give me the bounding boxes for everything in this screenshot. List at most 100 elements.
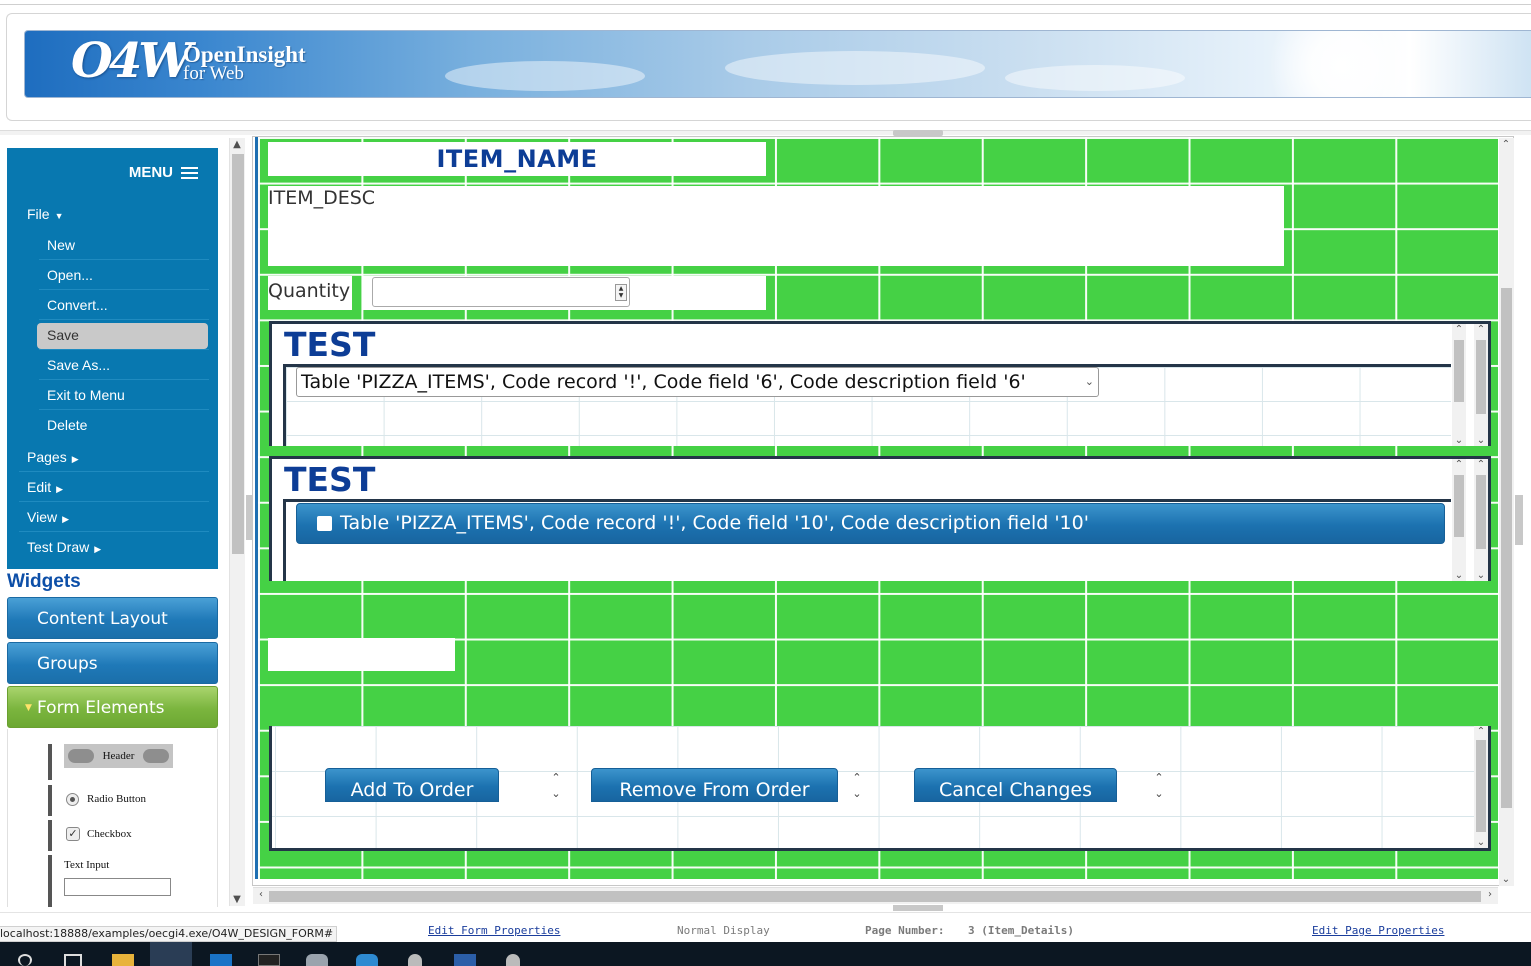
splitter-grip-right[interactable]	[1515, 495, 1523, 545]
scroll-thumb[interactable]	[1454, 475, 1464, 537]
widget-checkbox[interactable]: ✓ Checkbox	[48, 820, 174, 851]
scroll-thumb[interactable]	[232, 154, 244, 554]
menu-item-text: Save As...	[47, 357, 111, 373]
blank-cell[interactable]	[268, 638, 455, 671]
menu-item-convert[interactable]: Convert...	[7, 290, 218, 320]
menu-item-save-as[interactable]: Save As...	[7, 350, 218, 380]
widget-radio-button[interactable]: Radio Button	[48, 785, 174, 816]
scroll-left-icon[interactable]: ‹	[254, 889, 268, 900]
widget-header[interactable]: Header	[48, 744, 174, 780]
item-name-header[interactable]: ITEM_NAME	[268, 142, 766, 176]
scroll-down-icon[interactable]: ⌄	[1474, 837, 1488, 848]
menu-panel: MENU File ▼ New Open... Convert... Save Save A…	[7, 148, 218, 569]
scroll-thumb[interactable]	[1501, 288, 1512, 808]
browser-icon[interactable]	[150, 942, 192, 966]
accordion-groups[interactable]: Groups	[7, 642, 218, 684]
scroll-up-icon[interactable]: ▲	[230, 139, 244, 150]
scroll-down-icon[interactable]: ⌄	[1452, 435, 1466, 446]
menu-item-pages[interactable]: Pages ▶	[7, 442, 218, 472]
checkbox-label: Table 'PIZZA_ITEMS', Code record '!', Co…	[340, 512, 1089, 534]
app-icon[interactable]	[306, 954, 328, 966]
menu-item-label: Save As...	[47, 350, 110, 380]
menu-item-view[interactable]: View ▶	[7, 502, 218, 532]
code-checkbox-item[interactable]: Table 'PIZZA_ITEMS', Code record '!', Co…	[296, 503, 1445, 544]
app-icon[interactable]	[408, 954, 422, 966]
scroll-up-icon[interactable]: ⌃	[1474, 726, 1488, 737]
edit-page-properties-link[interactable]: Edit Page Properties	[1312, 924, 1444, 937]
scroll-down-icon[interactable]: ▼	[230, 894, 244, 905]
widget-text-input[interactable]: Text Input	[48, 855, 174, 907]
accordion-label: Groups	[37, 654, 98, 674]
app-icon[interactable]	[506, 954, 520, 966]
edit-form-properties-link[interactable]: Edit Form Properties	[428, 924, 560, 937]
menu-item-new[interactable]: New	[7, 230, 218, 260]
scroll-up-icon[interactable]: ⌃	[1499, 139, 1513, 150]
canvas-edge	[255, 137, 258, 879]
scroll-thumb[interactable]	[269, 891, 1481, 902]
menu-item-label: Test Draw ▶	[27, 532, 101, 564]
panel-inner-scrollbar[interactable]: ⌃ ⌄	[1452, 459, 1466, 581]
spinner-arrows-icon[interactable]: ⌃ ⌄	[851, 770, 863, 802]
splitter-grip-bottom[interactable]	[893, 905, 943, 911]
scroll-down-icon[interactable]: ⌄	[1452, 570, 1466, 581]
accordion-content-layout[interactable]: Content Layout	[7, 597, 218, 639]
item-desc-field[interactable]: ITEM_DESC	[268, 186, 1284, 266]
word-icon[interactable]	[454, 954, 476, 966]
scroll-up-icon[interactable]: ⌃	[1474, 459, 1488, 470]
menu-item-file[interactable]: File ▼	[7, 199, 218, 229]
menu-item-save[interactable]: Save	[7, 320, 218, 350]
button-panel-scrollbar[interactable]: ⌃ ⌄	[1474, 726, 1488, 848]
scroll-up-icon[interactable]: ⌃	[1452, 324, 1466, 335]
scroll-thumb[interactable]	[1476, 475, 1486, 549]
radio-icon	[66, 793, 79, 806]
quantity-stepper[interactable]: ▲ ▼	[372, 277, 630, 307]
menu-item-text: File	[27, 206, 50, 222]
scroll-down-icon[interactable]: ⌄	[1474, 570, 1488, 581]
left-pane-scrollbar[interactable]: ▲ ▼	[229, 138, 245, 906]
scroll-down-icon[interactable]: ⌄	[1499, 874, 1513, 885]
scroll-down-icon[interactable]: ⌄	[1474, 435, 1488, 446]
cancel-changes-button[interactable]: Cancel Changes	[914, 768, 1117, 802]
menu-toggle[interactable]: MENU	[129, 164, 198, 181]
widget-label: Radio Button	[87, 793, 146, 805]
scroll-up-icon[interactable]: ⌃	[1452, 459, 1466, 470]
spinner-arrows-icon[interactable]: ⌃ ⌄	[550, 770, 562, 802]
accordion-form-elements[interactable]: ▼ Form Elements	[7, 686, 218, 728]
menu-item-exit-to-menu[interactable]: Exit to Menu	[7, 380, 218, 410]
checkbox-icon[interactable]	[317, 516, 332, 531]
panel-outer-scrollbar[interactable]: ⌃ ⌄	[1474, 324, 1488, 446]
menu-item-text: Save	[47, 327, 79, 343]
design-vertical-scrollbar[interactable]: ⌃ ⌄	[1499, 138, 1514, 886]
add-to-order-button[interactable]: Add To Order	[325, 768, 499, 802]
panel-inner-scrollbar[interactable]: ⌃ ⌄	[1452, 324, 1466, 446]
menu-item-test-draw[interactable]: Test Draw ▶	[7, 532, 218, 562]
code-select-dropdown[interactable]: Table 'PIZZA_ITEMS', Code record '!', Co…	[296, 367, 1099, 397]
search-icon[interactable]	[18, 954, 32, 966]
outlook-icon[interactable]	[210, 954, 232, 966]
menu-item-text: View	[27, 509, 58, 525]
scroll-right-icon[interactable]: ›	[1483, 889, 1497, 900]
scroll-thumb[interactable]	[1476, 340, 1486, 414]
spinner-arrows-icon[interactable]: ⌃ ⌄	[1153, 770, 1165, 802]
spinner-arrows-icon[interactable]: ▲ ▼	[615, 284, 627, 301]
menu-item-open[interactable]: Open...	[7, 260, 218, 290]
design-horizontal-scrollbar[interactable]: ‹ ›	[253, 887, 1498, 904]
menu-item-edit[interactable]: Edit ▶	[7, 472, 218, 502]
banner-cloud	[445, 61, 645, 91]
select-value: Table 'PIZZA_ITEMS', Code record '!', Co…	[301, 371, 1026, 393]
terminal-icon[interactable]	[258, 954, 280, 966]
chevron-down-icon: ⌄	[1084, 375, 1094, 388]
remove-from-order-button[interactable]: Remove From Order	[591, 768, 838, 802]
scroll-thumb[interactable]	[1476, 740, 1486, 832]
task-view-icon[interactable]	[64, 954, 82, 966]
scroll-thumb[interactable]	[1454, 340, 1464, 402]
scroll-up-icon[interactable]: ⌃	[1474, 324, 1488, 335]
widget-label: Checkbox	[87, 828, 132, 840]
panel-outer-scrollbar[interactable]: ⌃ ⌄	[1474, 459, 1488, 581]
menu-item-label: Convert...	[47, 290, 108, 320]
folder-icon[interactable]	[112, 954, 134, 966]
widgets-title: Widgets	[7, 571, 81, 592]
app-icon[interactable]	[356, 954, 378, 966]
menu-item-text: Pages	[27, 449, 67, 465]
menu-item-delete[interactable]: Delete	[7, 410, 218, 440]
